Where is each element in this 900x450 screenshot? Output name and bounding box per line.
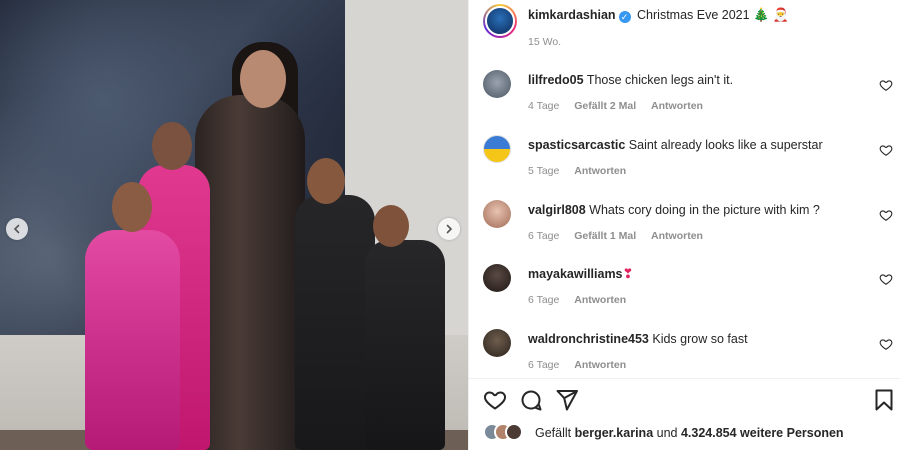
heart-icon[interactable] (483, 388, 507, 412)
comment-time[interactable]: 6 Tage (528, 294, 559, 306)
comment-meta: 5 Tage Antworten (528, 165, 638, 177)
christmas-tree-icon: 🎄 (753, 8, 770, 23)
comment-time[interactable]: 4 Tage (528, 100, 559, 112)
comments-panel: kimkardashian ✓ Christmas Eve 2021 🎄 🎅 15… (468, 0, 900, 450)
comment-body: spasticsarcastic Saint already looks lik… (528, 138, 823, 152)
comment-likes[interactable]: Gefällt 1 Mal (574, 230, 636, 242)
person-small-boy-black-outfit (365, 240, 445, 450)
person-small-girl-head (112, 182, 152, 232)
person-girl-head (152, 122, 192, 170)
comment-heart-icon[interactable] (879, 272, 893, 286)
liker-avatars[interactable] (483, 423, 533, 443)
reply-button[interactable]: Antworten (651, 230, 703, 242)
post-caption: kimkardashian ✓ Christmas Eve 2021 🎄 🎅 (528, 8, 789, 23)
comment-time[interactable]: 6 Tage (528, 230, 559, 242)
comment-heart-icon[interactable] (879, 208, 893, 222)
author-avatar-image (485, 6, 515, 36)
share-icon[interactable] (555, 388, 579, 412)
commenter-username[interactable]: mayakawilliams (528, 267, 623, 281)
person-woman-head (240, 50, 286, 108)
person-woman-dress (195, 95, 305, 450)
comment-text: Saint already looks like a superstar (628, 138, 823, 152)
comment-body: waldronchristine453 Kids grow so fast (528, 332, 748, 346)
author-username[interactable]: kimkardashian (528, 8, 616, 22)
likes-prefix: Gefällt (535, 426, 572, 440)
comment-item: mayakawilliams❣ 6 Tage Antworten (469, 264, 900, 326)
comment-item: lilfredo05 Those chicken legs ain't it. … (469, 70, 900, 132)
person-boy-black-outfit (295, 195, 375, 450)
comment-item: valgirl808 Whats cory doing in the pictu… (469, 200, 900, 262)
chevron-left-icon (13, 224, 20, 234)
post-photo (0, 0, 468, 450)
likes-middle: und (656, 426, 678, 440)
comment-body: lilfredo05 Those chicken legs ain't it. (528, 73, 733, 87)
action-bar (469, 386, 900, 414)
person-small-boy-head (373, 205, 409, 247)
comment-time[interactable]: 6 Tage (528, 359, 559, 371)
divider (469, 378, 900, 379)
commenter-avatar[interactable] (483, 135, 511, 163)
carousel-next-button[interactable] (438, 218, 460, 240)
comment-meta: 4 Tage Gefällt 2 Mal Antworten (528, 100, 715, 112)
comment-meta: 6 Tage Gefällt 1 Mal Antworten (528, 230, 715, 242)
comment-text: Whats cory doing in the picture with kim… (589, 203, 820, 217)
reply-button[interactable]: Antworten (651, 100, 703, 112)
author-avatar[interactable] (483, 4, 517, 38)
likes-text: Gefällt berger.karina und 4.324.854 weit… (535, 426, 844, 440)
person-small-girl-pink-outfit (85, 230, 180, 450)
commenter-username[interactable]: lilfredo05 (528, 73, 584, 87)
comment-meta: 6 Tage Antworten (528, 294, 638, 306)
comment-heart-icon[interactable] (879, 143, 893, 157)
comment-likes[interactable]: Gefällt 2 Mal (574, 100, 636, 112)
comment-meta: 6 Tage Antworten (528, 359, 638, 371)
commenter-avatar[interactable] (483, 70, 511, 98)
comment-icon[interactable] (519, 388, 543, 412)
comment-text: Kids grow so fast (652, 332, 748, 346)
likes-count[interactable]: 4.324.854 weitere Personen (681, 426, 844, 440)
comment-heart-icon[interactable] (879, 337, 893, 351)
comment-body: mayakawilliams❣ (528, 267, 633, 282)
comment-body: valgirl808 Whats cory doing in the pictu… (528, 203, 820, 217)
comment-item: waldronchristine453 Kids grow so fast 6 … (469, 329, 900, 391)
comment-time[interactable]: 5 Tage (528, 165, 559, 177)
reply-button[interactable]: Antworten (574, 294, 626, 306)
liker-avatar (505, 423, 523, 441)
commenter-username[interactable]: spasticsarcastic (528, 138, 625, 152)
chevron-right-icon (446, 224, 453, 234)
post-timestamp[interactable]: 15 Wo. (528, 36, 561, 48)
commenter-avatar[interactable] (483, 329, 511, 357)
commenter-avatar[interactable] (483, 264, 511, 292)
santa-icon: 🎅 (772, 8, 789, 23)
reply-button[interactable]: Antworten (574, 359, 626, 371)
commenter-username[interactable]: waldronchristine453 (528, 332, 649, 346)
reply-button[interactable]: Antworten (574, 165, 626, 177)
bookmark-icon[interactable] (872, 388, 896, 412)
caption-text: Christmas Eve 2021 (637, 8, 750, 22)
carousel-prev-button[interactable] (6, 218, 28, 240)
person-boy-head (307, 158, 345, 204)
comment-text: Those chicken legs ain't it. (586, 73, 734, 87)
comment-item: spasticsarcastic Saint already looks lik… (469, 135, 900, 197)
commenter-username[interactable]: valgirl808 (528, 203, 586, 217)
comment-heart-icon[interactable] (879, 78, 893, 92)
liker-username[interactable]: berger.karina (575, 426, 654, 440)
verified-badge-icon: ✓ (618, 11, 631, 23)
heart-exclamation-icon: ❣ (622, 267, 634, 282)
commenter-avatar[interactable] (483, 200, 511, 228)
